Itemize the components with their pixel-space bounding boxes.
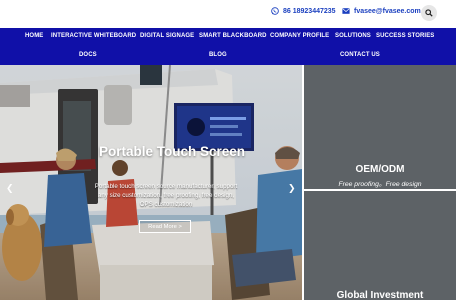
- phone-contact[interactable]: 86 18923447235: [271, 7, 336, 15]
- panel-title: OEM/ODM: [355, 164, 405, 175]
- nav-company-profile[interactable]: COMPANY PROFILE: [270, 33, 329, 39]
- chevron-right-icon[interactable]: ❯: [288, 183, 296, 194]
- nav-digital-signage[interactable]: DIGITAL SIGNAGE: [140, 33, 194, 39]
- nav-interactive-whiteboard[interactable]: INTERACTIVE WHITEBOARD: [51, 33, 136, 39]
- hero-title: Portable Touch Screen: [98, 144, 246, 159]
- search-button[interactable]: [421, 5, 437, 21]
- main-navigation: HOME INTERACTIVE WHITEBOARD DIGITAL SIGN…: [0, 28, 456, 65]
- nav-contact-us[interactable]: CONTACT US: [340, 52, 380, 58]
- hero-slider: Portable Touch Screen Portable touch scr…: [0, 65, 302, 300]
- nav-success-stories[interactable]: SUCCESS STORIES: [376, 33, 434, 39]
- nav-blog[interactable]: BLOG: [209, 52, 227, 58]
- whatsapp-icon: [271, 7, 279, 15]
- nav-docs[interactable]: DOCS: [79, 52, 97, 58]
- hero-description: Portable touch screen source manufacture…: [94, 183, 238, 208]
- nav-smart-blackboard[interactable]: SMART BLACKBOARD: [199, 33, 267, 39]
- top-bar: 86 18923447235 fvasee@fvasee.com: [0, 0, 456, 28]
- global-investment-panel[interactable]: Global Investment: [304, 191, 456, 300]
- search-icon: [425, 9, 433, 17]
- oem-odm-panel[interactable]: OEM/ODM Free proofing。Free design: [304, 65, 456, 189]
- panel-subtitle: Free proofing。Free design: [338, 181, 422, 188]
- nav-home[interactable]: HOME: [25, 33, 43, 39]
- chevron-left-icon[interactable]: ❮: [6, 183, 14, 194]
- panel-title: Global Investment: [336, 290, 424, 300]
- email-contact[interactable]: fvasee@fvasee.com: [342, 7, 421, 15]
- nav-solutions[interactable]: SOLUTIONS: [335, 33, 371, 39]
- read-more-button[interactable]: Read More >: [139, 220, 191, 233]
- mail-icon: [342, 8, 350, 14]
- email-address: fvasee@fvasee.com: [354, 7, 421, 15]
- phone-number: 86 18923447235: [283, 7, 336, 15]
